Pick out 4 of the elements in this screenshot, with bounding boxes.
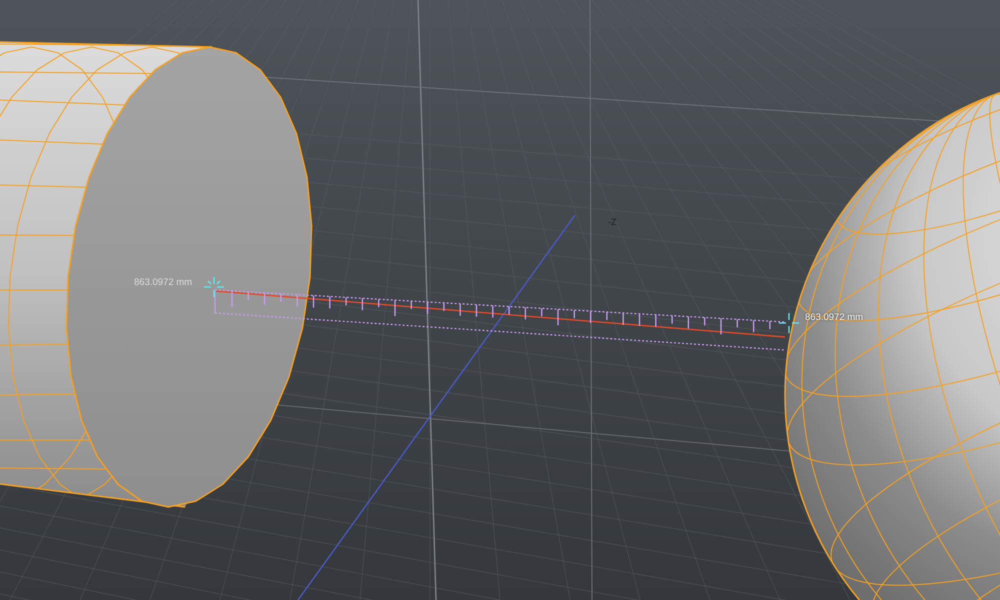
- distance-label: 863.0972 mm: [134, 277, 192, 289]
- axis-label: -Z: [608, 217, 616, 228]
- crosshair-icon: [204, 277, 224, 297]
- crosshair-icon: [779, 313, 799, 333]
